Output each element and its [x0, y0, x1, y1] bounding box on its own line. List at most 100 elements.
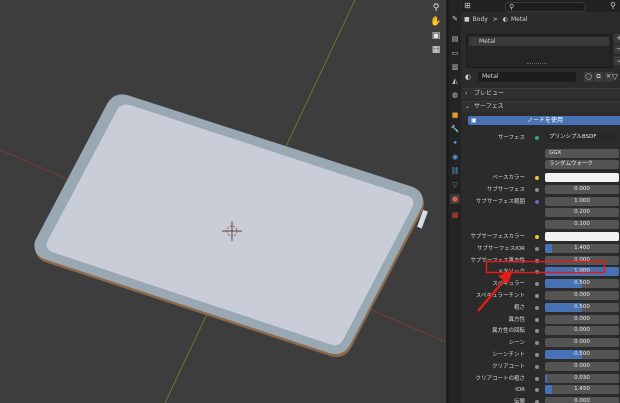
color-field[interactable] [545, 232, 619, 241]
physics-tab-icon[interactable]: ◉ [450, 152, 460, 162]
material-browse-icon[interactable]: ◐ [465, 73, 471, 81]
slot-menu-button[interactable]: ⌄ [614, 56, 620, 65]
material-tab-icon[interactable]: ● [450, 194, 460, 204]
property-label: スペキュラーチント [475, 293, 525, 299]
slider-fill [545, 385, 553, 395]
value-slider[interactable]: 1.000 [545, 196, 619, 206]
distribution-row: GGX [462, 149, 620, 159]
tool-tab-icon[interactable]: ✎ [450, 14, 460, 24]
value-slider[interactable]: 0.000 [545, 361, 619, 371]
value-slider[interactable]: 1.000 [545, 267, 619, 277]
property-row: クリアコート 0.000 [462, 361, 620, 372]
subsurface-method-select[interactable]: ランダムウォーク [545, 160, 619, 169]
material-name-field[interactable]: Metal [478, 72, 576, 82]
socket-icon [535, 329, 539, 334]
property-row: スペキュラー 0.500 [462, 279, 620, 289]
value-slider[interactable]: 0.000 [545, 255, 619, 265]
particles-tab-icon[interactable]: ✦ [450, 138, 460, 148]
socket-icon [535, 258, 539, 263]
modifier-tab-icon[interactable]: 🔧 [450, 124, 460, 134]
material-icon: ◐ [502, 16, 508, 23]
value-slider[interactable]: 0.000 [545, 338, 619, 348]
value-slider[interactable]: 0.000 [545, 314, 619, 324]
value-slider[interactable]: 0.200 [545, 208, 619, 218]
breadcrumb-separator: > [492, 16, 498, 23]
value-slider[interactable]: 0.000 [545, 184, 619, 194]
editor-type-icon[interactable]: ⊞ [464, 1, 471, 10]
output-tab-icon[interactable]: ▭ [450, 48, 460, 58]
object-tab-icon[interactable]: ■ [450, 110, 460, 120]
remove-slot-button[interactable]: − [614, 45, 620, 54]
property-label: ベースカラー [492, 175, 525, 181]
socket-icon [535, 187, 539, 192]
slider-value: 0.000 [574, 339, 590, 346]
distribution-select[interactable]: GGX [545, 149, 619, 158]
render-tab-icon[interactable]: ▤ [450, 34, 460, 44]
search-input[interactable]: ⚲ [505, 2, 586, 12]
value-slider[interactable]: 1.400 [545, 243, 619, 253]
value-slider[interactable]: 0.000 [545, 326, 619, 336]
properties-header: ⊞ ⚲ ⚲ [462, 0, 620, 12]
properties-editor: ✎ ▤ ▭ ▥ ◭ ◍ ■ 🔧 ✦ ◉ ⛓ ▽ ● ▩ ⊞ ⚲ ⚲ ■ Body … [449, 0, 620, 403]
property-label: IOR [515, 387, 525, 394]
section-surface[interactable]: ⌄ サーフェス [462, 101, 620, 112]
property-row: サブサーフェスカラー [462, 232, 620, 242]
socket-icon [535, 294, 539, 298]
socket-icon [535, 388, 539, 393]
subsurface-method-row: ランダムウォーク [462, 160, 620, 170]
socket-icon [535, 376, 539, 381]
property-label: クリアコート [491, 363, 525, 370]
grid-icon[interactable]: ▦ [430, 44, 442, 56]
value-slider[interactable]: 0.000 [545, 397, 619, 403]
section-preview-label: プレビュー [474, 90, 505, 97]
constraints-tab-icon[interactable]: ⛓ [450, 166, 460, 176]
list-resize-grip[interactable] [527, 63, 547, 66]
value-slider[interactable]: 0.000 [545, 291, 619, 300]
value-slider[interactable]: 0.500 [545, 279, 619, 289]
color-field[interactable] [545, 173, 619, 182]
property-label: サブサーフェス [486, 186, 525, 193]
section-preview[interactable]: › プレビュー [462, 88, 620, 99]
zoom-icon[interactable]: ⚲ [430, 2, 442, 14]
socket-icon [535, 317, 539, 322]
duplicate-material-icon[interactable]: ⧉ [594, 72, 603, 82]
socket-icon [535, 246, 539, 251]
use-nodes-label: ノードを使用 [526, 117, 563, 124]
world-tab-icon[interactable]: ◍ [450, 90, 460, 100]
value-slider[interactable]: 1.450 [545, 385, 619, 395]
property-label: スペキュラー [492, 281, 525, 288]
texture-tab-icon[interactable]: ▩ [450, 210, 460, 220]
slot-controls: + − ⌄ [614, 34, 620, 66]
view-layer-tab-icon[interactable]: ▥ [450, 62, 460, 72]
property-label: サブサーフェスIOR [477, 245, 525, 252]
scene-tab-icon[interactable]: ◭ [450, 76, 460, 86]
material-datablock: ◐ Metal ◯ ⧉ ✕ ▽ [464, 72, 618, 83]
value-slider[interactable]: 0.500 [545, 302, 619, 312]
use-nodes-button[interactable]: ▣ ノードを使用 [468, 116, 620, 125]
3d-viewport[interactable]: ⚲ ✋ ▣ ▦ [0, 0, 446, 403]
slider-value: 0.000 [574, 398, 590, 403]
material-slot-list[interactable]: Metal [466, 34, 612, 68]
node-icon: ▣ [471, 117, 477, 124]
property-row: クリアコートの粗さ 0.030 [462, 373, 620, 384]
value-slider[interactable]: 0.030 [545, 373, 619, 383]
hand-icon[interactable]: ✋ [430, 16, 442, 28]
shader-socket-icon [535, 136, 539, 140]
add-slot-button[interactable]: + [614, 34, 620, 43]
slider-value: 1.450 [574, 386, 590, 393]
data-tab-icon[interactable]: ▽ [450, 180, 460, 190]
camera-icon[interactable]: ▣ [430, 30, 442, 42]
value-slider[interactable]: 0.500 [545, 350, 619, 359]
material-slot-item[interactable]: Metal [469, 37, 609, 46]
value-slider[interactable]: 0.100 [545, 220, 619, 230]
property-row: ベースカラー [462, 173, 620, 183]
property-label: メタリック [497, 269, 525, 276]
surface-shader-select[interactable]: プリンシプルBSDF [545, 133, 619, 142]
pin-icon[interactable]: ⚲ [610, 1, 616, 10]
filter-icon[interactable]: ▽ [612, 72, 618, 81]
surface-shader-row: サーフェス プリンシプルBSDF [462, 133, 620, 143]
fake-user-icon[interactable]: ◯ [584, 72, 593, 82]
property-label: サブサーフェス範囲 [475, 198, 525, 205]
socket-icon [535, 341, 539, 346]
properties-tabs: ✎ ▤ ▭ ▥ ◭ ◍ ■ 🔧 ✦ ◉ ⛓ ▽ ● ▩ [449, 0, 461, 403]
